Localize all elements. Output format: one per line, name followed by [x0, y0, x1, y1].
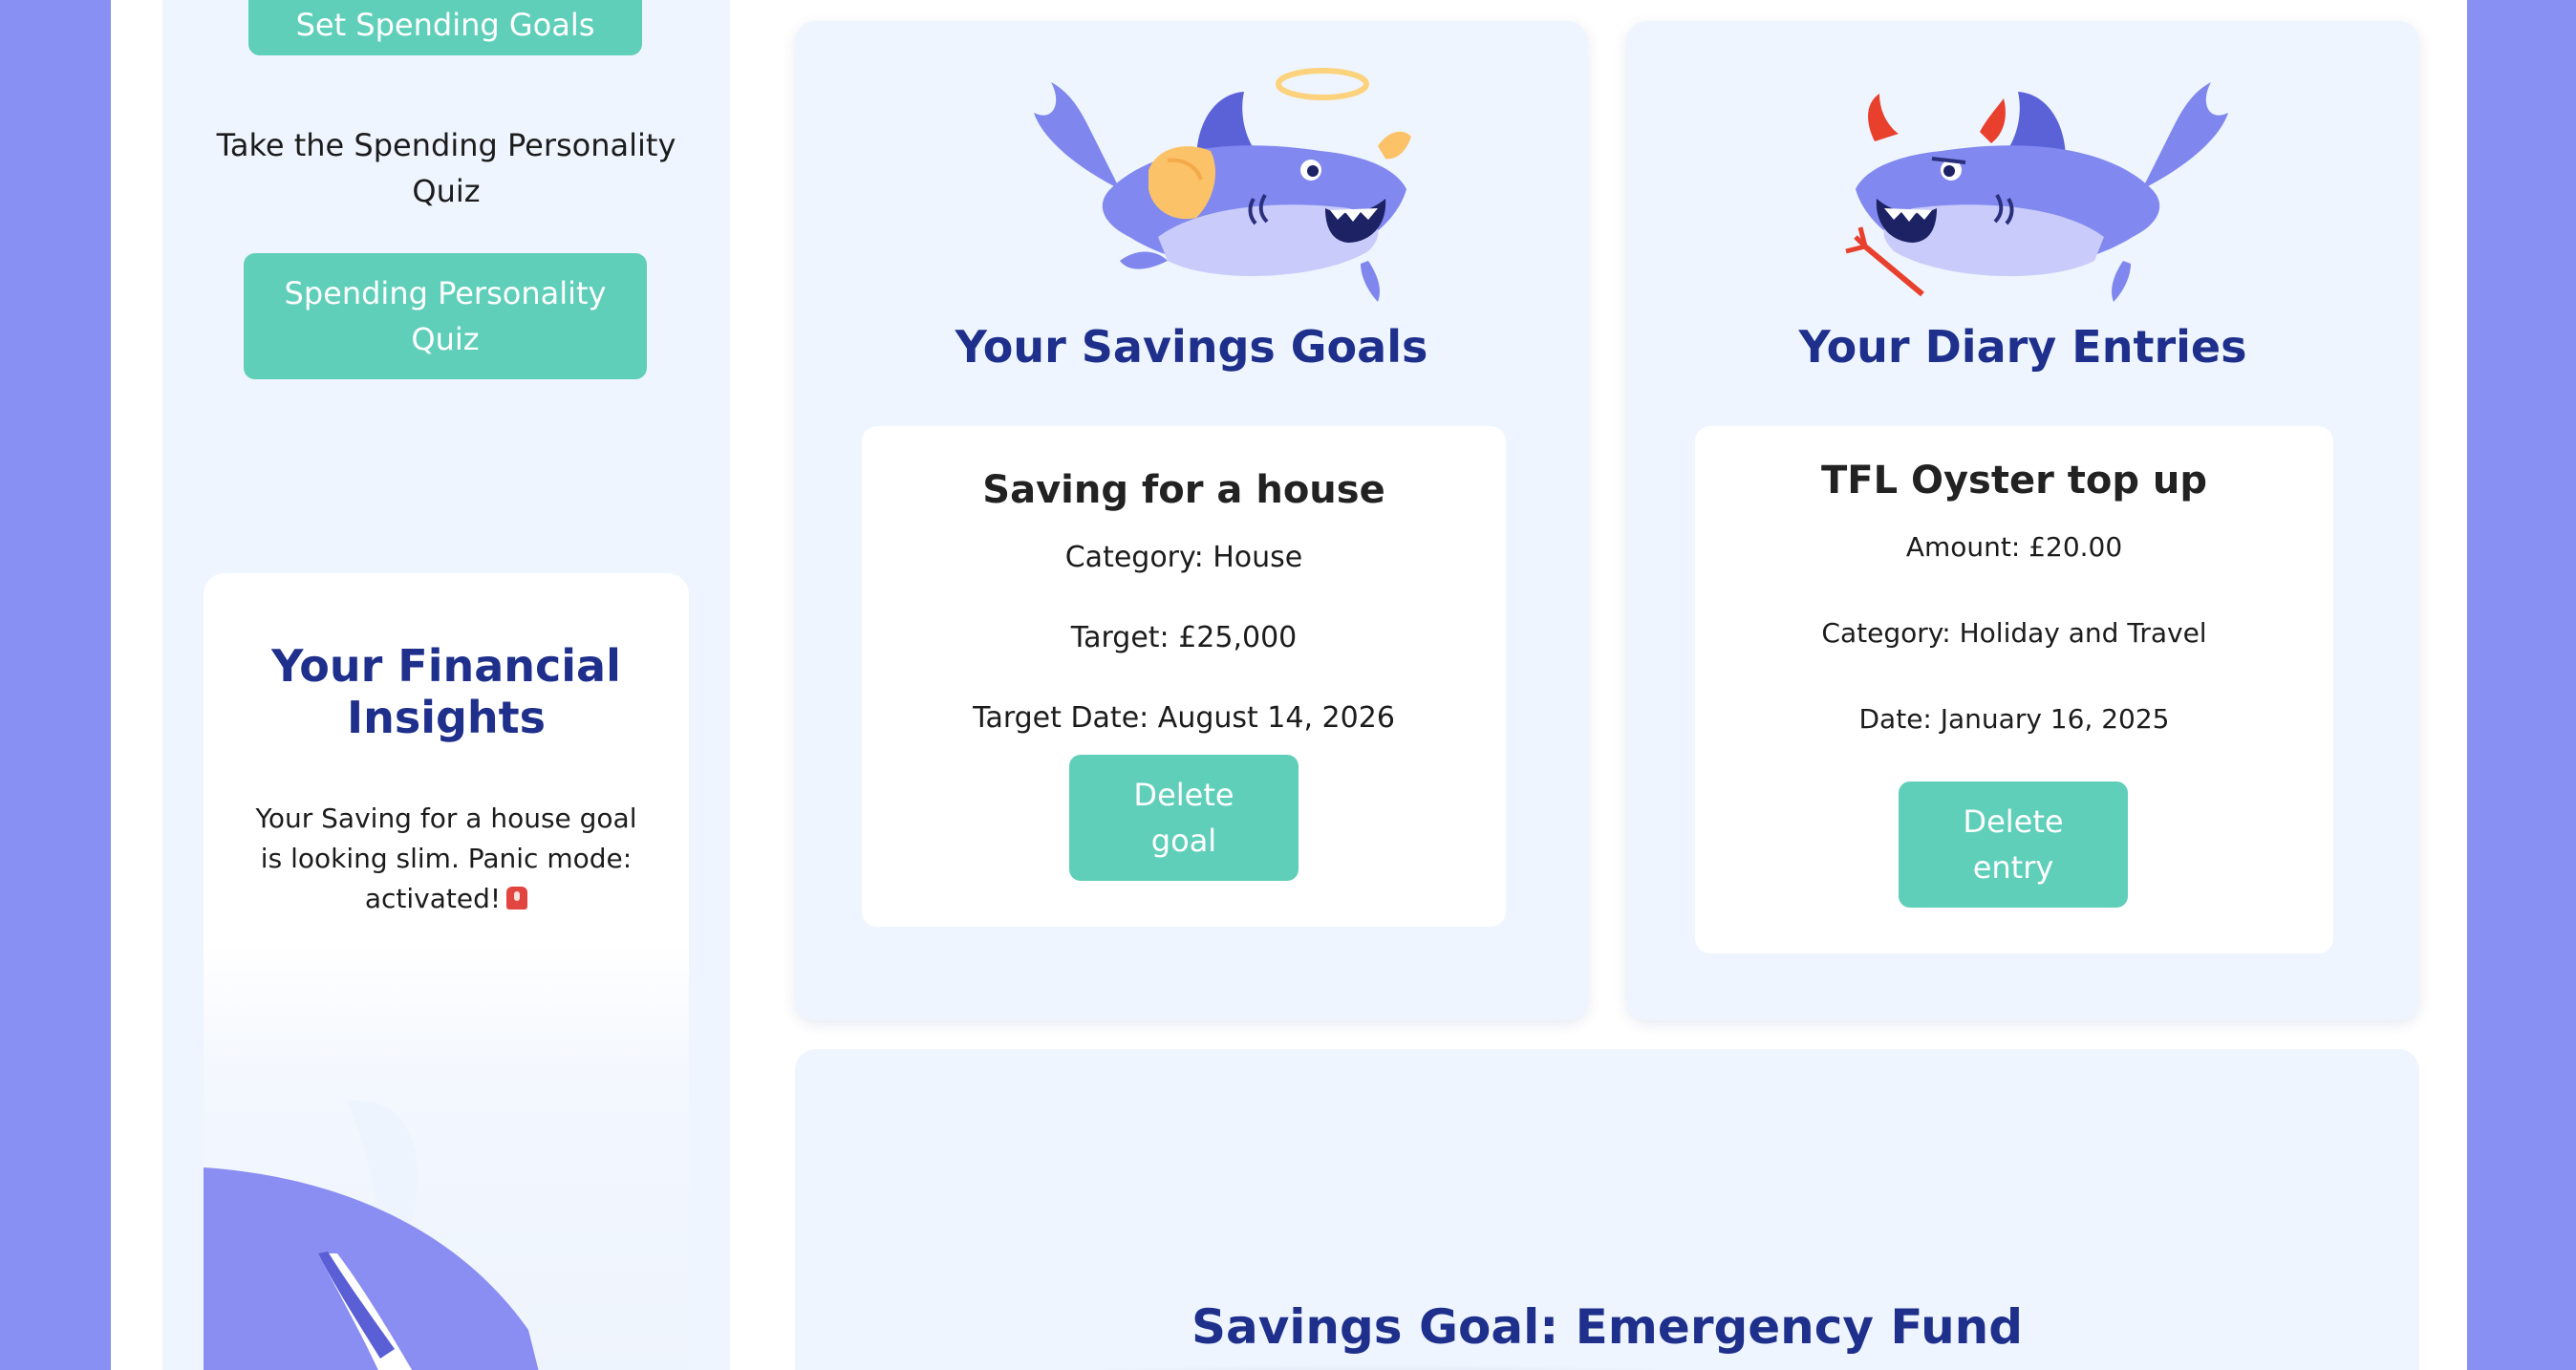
sidebar: Set Spending Goals Take the Spending Per…: [162, 0, 730, 1370]
quiz-prompt-text: Take the Spending Personality Quiz: [216, 127, 676, 209]
angel-shark-icon: [1034, 68, 1411, 302]
set-spending-goals-button[interactable]: Set Spending Goals: [248, 0, 642, 55]
alarm-icon: [506, 887, 528, 910]
goal-target: Target: £25,000: [1070, 621, 1298, 654]
goal-name: Saving for a house: [982, 468, 1385, 512]
insights-title: Your Financial Insights: [271, 640, 621, 743]
devil-shark-icon: [1845, 82, 2228, 302]
savings-goals-title: Your Savings Goals: [955, 321, 1428, 373]
entry-date: Date: January 16, 2025: [1858, 703, 2170, 735]
entry-name: TFL Oyster top up: [1820, 459, 2208, 503]
savings-goals-card: Your Savings Goals Saving for a house Ca…: [795, 21, 1588, 1020]
goal-target-date: Target Date: August 14, 2026: [973, 701, 1395, 735]
diary-entry-item: TFL Oyster top up Amount: £20.00 Categor…: [1695, 426, 2333, 953]
speech-shark-icon: [204, 1101, 539, 1370]
goal-item: Saving for a house Category: House Targe…: [862, 426, 1506, 927]
diary-entries-card: Your Diary Entries TFL Oyster top up Amo…: [1626, 21, 2419, 1020]
insights-message: Your Saving for a house goal is looking …: [242, 799, 651, 919]
insights-message-text: Your Saving for a house goal is looking …: [255, 803, 637, 914]
chart-section-title: Savings Goal: Emergency Fund: [1191, 1299, 2024, 1355]
diary-entries-title: Your Diary Entries: [1798, 321, 2247, 373]
delete-entry-button[interactable]: Delete entry: [1899, 781, 2128, 908]
savings-goal-chart-card: Savings Goal: Emergency Fund: [795, 1049, 2419, 1370]
entry-category: Category: Holiday and Travel: [1821, 617, 2207, 649]
page-container: Set Spending Goals Take the Spending Per…: [111, 0, 2467, 1370]
chart-shadow: [833, 1364, 1922, 1370]
spending-personality-quiz-button[interactable]: Spending Personality Quiz: [244, 253, 647, 379]
goal-category: Category: House: [1064, 541, 1303, 574]
entry-amount: Amount: £20.00: [1905, 531, 2123, 563]
financial-insights-panel: Your Financial Insights Your Saving for …: [204, 573, 689, 1370]
delete-goal-button[interactable]: Delete goal: [1069, 755, 1299, 881]
